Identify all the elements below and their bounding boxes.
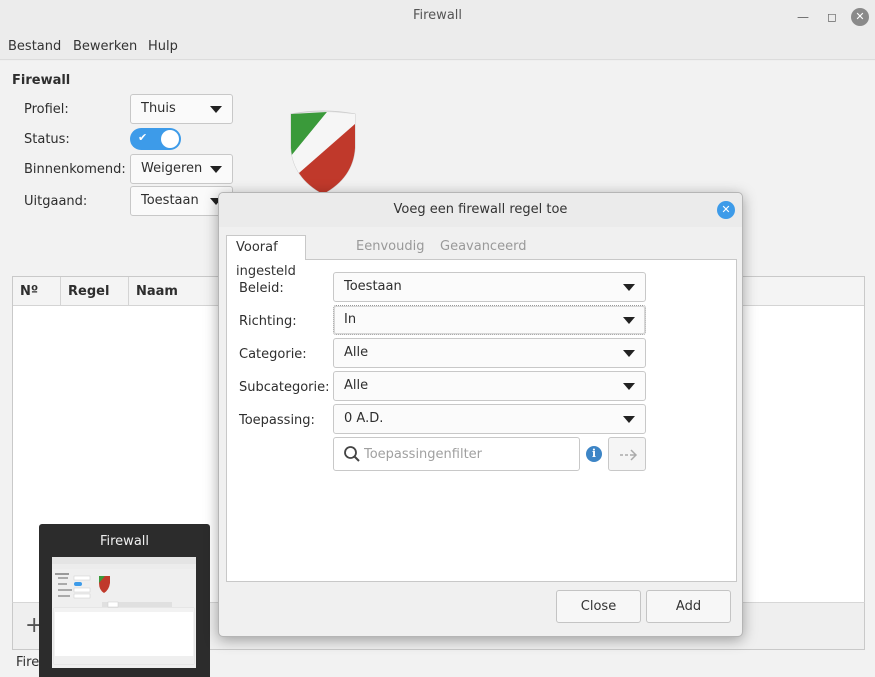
status-label: Status: [24,132,70,147]
info-icon[interactable]: i [586,446,602,462]
direction-dropdown[interactable]: In [333,305,646,335]
application-label: Toepassing: [239,413,315,428]
check-icon: ✔ [138,131,148,144]
profile-dropdown[interactable]: Thuis [130,94,233,124]
application-filter-input[interactable] [364,444,574,464]
preset-panel: Beleid: Toestaan Richting: In Categorie:… [226,259,737,582]
policy-value: Toestaan [344,279,402,294]
chevron-down-icon [623,416,635,423]
close-icon[interactable]: ✕ [851,8,869,26]
title-bar: Firewall — ◻ ✕ [0,0,875,34]
chevron-down-icon [210,166,222,173]
menu-file[interactable]: Bestand [8,39,61,54]
shield-logo-icon [290,110,356,195]
direction-value: In [344,312,357,327]
incoming-value: Weigeren [141,161,203,176]
subcategory-value: Alle [344,378,369,393]
apply-filter-button[interactable] [608,437,646,471]
outgoing-label: Uitgaand: [24,194,88,209]
category-value: Alle [344,345,369,360]
status-bar-text: Fire [16,655,40,670]
window-title: Firewall [412,8,463,23]
tab-preset[interactable]: Vooraf ingesteld [226,235,306,279]
application-value: 0 A.D. [344,411,384,426]
outgoing-value: Toestaan [141,193,199,208]
search-icon [344,446,360,462]
chevron-down-icon [623,350,635,357]
application-filter [333,437,580,471]
section-title: Firewall [12,73,71,88]
category-label: Categorie: [239,347,307,362]
thumbnail-image [52,557,196,665]
maximize-icon[interactable]: ◻ [823,8,841,26]
application-dropdown[interactable]: 0 A.D. [333,404,646,434]
direction-label: Richting: [239,314,297,329]
chevron-down-icon [623,284,635,291]
close-button[interactable]: Close [556,590,641,623]
preview-thumbnail [52,557,196,668]
arrow-right-icon [620,449,638,461]
chevron-down-icon [623,317,635,324]
window-preview[interactable]: Firewall [39,524,210,677]
menu-bar: Bestand Bewerken Hulp [0,34,875,60]
incoming-dropdown[interactable]: Weigeren [130,154,233,184]
dialog-title-bar: Voeg een firewall regel toe ✕ [219,193,742,227]
subcategory-dropdown[interactable]: Alle [333,371,646,401]
incoming-label: Binnenkomend: [24,162,126,177]
category-dropdown[interactable]: Alle [333,338,646,368]
subcategory-label: Subcategorie: [239,380,330,395]
dialog-close-icon[interactable]: ✕ [717,201,735,219]
profile-value: Thuis [141,101,176,116]
column-number[interactable]: Nº [13,277,61,306]
chevron-down-icon [210,106,222,113]
menu-help[interactable]: Hulp [148,39,178,54]
policy-dropdown[interactable]: Toestaan [333,272,646,302]
toggle-knob [161,130,179,148]
menu-edit[interactable]: Bewerken [73,39,137,54]
status-toggle[interactable]: ✔ [130,128,181,150]
minimize-icon[interactable]: — [794,8,812,26]
tab-simple[interactable]: Eenvoudig [356,235,424,260]
column-rule[interactable]: Regel [61,277,129,306]
profile-label: Profiel: [24,102,69,117]
add-rule-dialog: Voeg een firewall regel toe ✕ Vooraf ing… [218,192,743,637]
add-button[interactable]: Add [646,590,731,623]
column-name[interactable]: Naam [129,277,219,306]
chevron-down-icon [623,383,635,390]
dialog-title: Voeg een firewall regel toe [393,202,568,217]
tab-advanced[interactable]: Geavanceerd [440,235,526,260]
preview-title: Firewall [99,534,150,549]
